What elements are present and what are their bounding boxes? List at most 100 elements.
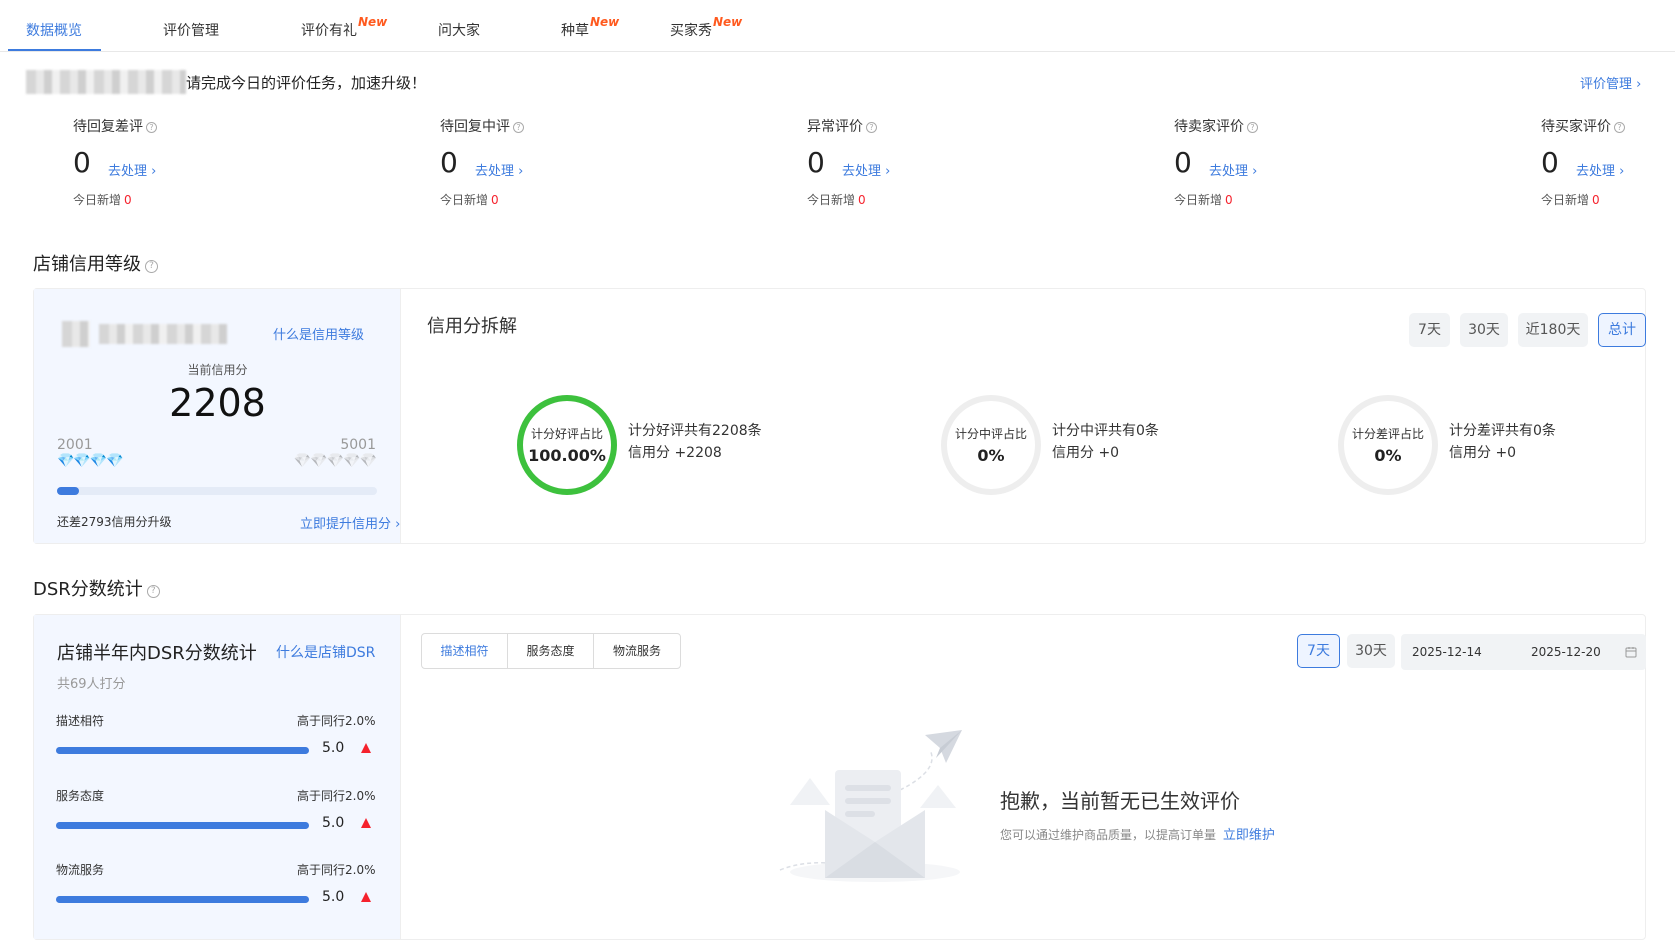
dsr-score: 5.0: [322, 889, 345, 905]
date-range-picker[interactable]: 2025-12-14 2025-12-20: [1401, 634, 1646, 670]
empty-desc: 您可以通过维护商品质量，以提高订单量 立即维护: [1000, 828, 1275, 843]
dsr-bar-fill: [56, 822, 309, 829]
what-is-credit-link[interactable]: 什么是信用等级: [273, 324, 364, 343]
dsr-row-label: 服务态度: [56, 789, 105, 803]
period-7-days[interactable]: 7天: [1409, 313, 1450, 347]
credit-summary-card: 什么是信用等级 当前信用分 2208 2001 5001 💎💎💎💎 💎💎💎💎💎 …: [34, 289, 401, 543]
current-level-diamond-icons: 💎💎💎💎: [57, 453, 124, 469]
stat-label: 待回复差评?: [73, 116, 273, 136]
dsr-panel-title: 店铺半年内DSR分数统计: [57, 643, 257, 664]
what-is-dsr-link[interactable]: 什么是店铺DSR: [276, 642, 375, 662]
ring-track: [1338, 395, 1438, 495]
up-arrow-icon: [361, 818, 371, 828]
process-link[interactable]: 去处理 ›: [108, 160, 156, 179]
stat-pending-negative: 待回复差评? 0 去处理 › 今日新增 0: [73, 116, 273, 207]
tab-review-gift[interactable]: 评价有礼 New: [301, 15, 387, 40]
top-tab-bar: 数据概览 评价管理 评价有礼 New 问大家 种草 New 买家秀 New: [0, 0, 1675, 52]
dsr-period-30-days[interactable]: 30天: [1347, 634, 1395, 668]
credit-gap-text: 还差2793信用分升级: [57, 515, 172, 529]
today-new: 今日新增 0: [73, 193, 132, 207]
stat-value: 0: [73, 146, 91, 179]
tab-label: 买家秀: [670, 23, 712, 39]
stat-pending-seller: 待卖家评价? 0 去处理 › 今日新增 0: [1174, 116, 1374, 207]
stat-pending-buyer: 待买家评价? 0 去处理 › 今日新增 0: [1541, 116, 1675, 207]
dsr-period-7-days[interactable]: 7天: [1297, 634, 1340, 668]
segment-description[interactable]: 描述相符: [422, 634, 508, 668]
tab-label: 评价管理: [163, 23, 219, 39]
ring-label: 计分好评占比: [530, 427, 603, 441]
ring-value: 100.00%: [528, 446, 606, 465]
up-arrow-icon: [361, 892, 371, 902]
blurred-shop-name: [26, 70, 186, 94]
range-max: 5001: [340, 437, 376, 453]
period-total[interactable]: 总计: [1598, 313, 1646, 347]
stat-value: 0: [1174, 146, 1192, 179]
today-new: 今日新增 0: [1541, 193, 1600, 207]
process-link[interactable]: 去处理 ›: [842, 160, 890, 179]
help-icon[interactable]: ?: [145, 260, 158, 273]
tab-label: 种草: [561, 23, 589, 39]
today-new: 今日新增 0: [1174, 193, 1233, 207]
ring-label: 计分中评占比: [954, 427, 1027, 441]
segment-service[interactable]: 服务态度: [508, 634, 594, 668]
tab-seeding[interactable]: 种草 New: [561, 15, 619, 40]
credit-section-title: 店铺信用等级?: [33, 250, 158, 276]
help-icon[interactable]: ?: [146, 585, 160, 598]
next-level-diamond-icons: 💎💎💎💎💎: [293, 453, 377, 469]
review-management-link[interactable]: 评价管理 ›: [1580, 73, 1641, 92]
tab-label: 问大家: [438, 23, 480, 39]
current-credit-value: 2208: [169, 381, 266, 425]
stat-label: 异常评价?: [807, 116, 1007, 136]
dsr-row-label: 描述相符: [56, 714, 105, 728]
dsr-bar-fill: [56, 896, 309, 903]
ring-value: 0%: [1374, 446, 1402, 465]
calendar-icon: [1625, 647, 1637, 658]
ring-desc: 计分中评共有0条 信用分 +0: [1052, 423, 1159, 461]
dsr-bar-fill: [56, 747, 309, 754]
new-badge: New: [358, 15, 388, 29]
help-icon[interactable]: ?: [1614, 122, 1625, 133]
tab-buyer-show[interactable]: 买家秀 New: [670, 15, 742, 40]
help-icon[interactable]: ?: [513, 122, 524, 133]
ring-desc: 计分好评共有2208条 信用分 +2208: [628, 423, 762, 461]
tab-data-overview[interactable]: 数据概览: [26, 20, 82, 40]
help-icon[interactable]: ?: [146, 122, 157, 133]
dsr-section-title: DSR分数统计?: [33, 575, 160, 601]
help-icon[interactable]: ?: [866, 122, 877, 133]
date-end: 2025-12-20: [1531, 645, 1601, 659]
dsr-summary-card: 店铺半年内DSR分数统计 什么是店铺DSR 共69人打分: [34, 615, 401, 939]
period-180-days[interactable]: 近180天: [1518, 313, 1588, 347]
stat-label: 待卖家评价?: [1174, 116, 1374, 136]
tab-ask-everyone[interactable]: 问大家: [438, 20, 480, 40]
ring-desc: 计分差评共有0条 信用分 +0: [1449, 423, 1556, 461]
negative-ratio-ring: [1338, 395, 1438, 495]
segment-logistics[interactable]: 物流服务: [594, 634, 680, 668]
task-notice: 请完成今日的评价任务，加速升级！: [186, 74, 427, 92]
period-30-days[interactable]: 30天: [1460, 313, 1508, 347]
stat-pending-neutral: 待回复中评? 0 去处理 › 今日新增 0: [440, 116, 640, 207]
ring-track: [941, 395, 1041, 495]
process-link[interactable]: 去处理 ›: [1576, 160, 1624, 179]
stat-abnormal: 异常评价? 0 去处理 › 今日新增 0: [807, 116, 1007, 207]
empty-title: 抱歉，当前暂无已生效评价: [1000, 789, 1240, 813]
blurred-shop-name: [99, 324, 227, 344]
ring-arc: [517, 395, 617, 495]
process-link[interactable]: 去处理 ›: [1209, 160, 1257, 179]
new-badge: New: [713, 15, 743, 29]
positive-ratio-ring: [517, 395, 617, 495]
tab-label: 数据概览: [26, 23, 82, 39]
neutral-ratio-ring: [941, 395, 1041, 495]
maintain-now-link[interactable]: 立即维护: [1223, 828, 1275, 843]
ring-label: 计分差评占比: [1351, 427, 1424, 441]
dsr-bar: [56, 747, 309, 754]
help-icon[interactable]: ?: [1247, 122, 1258, 133]
dsr-row-compare: 高于同行2.0%: [297, 863, 376, 877]
improve-credit-link[interactable]: 立即提升信用分 ›: [300, 513, 400, 532]
process-link[interactable]: 去处理 ›: [475, 160, 523, 179]
dsr-score: 5.0: [322, 815, 345, 831]
tab-review-management[interactable]: 评价管理: [163, 20, 219, 40]
stat-value: 0: [1541, 146, 1559, 179]
up-arrow-icon: [361, 743, 371, 753]
empty-envelope-illustration: [779, 730, 962, 882]
stat-label: 待买家评价?: [1541, 116, 1675, 136]
